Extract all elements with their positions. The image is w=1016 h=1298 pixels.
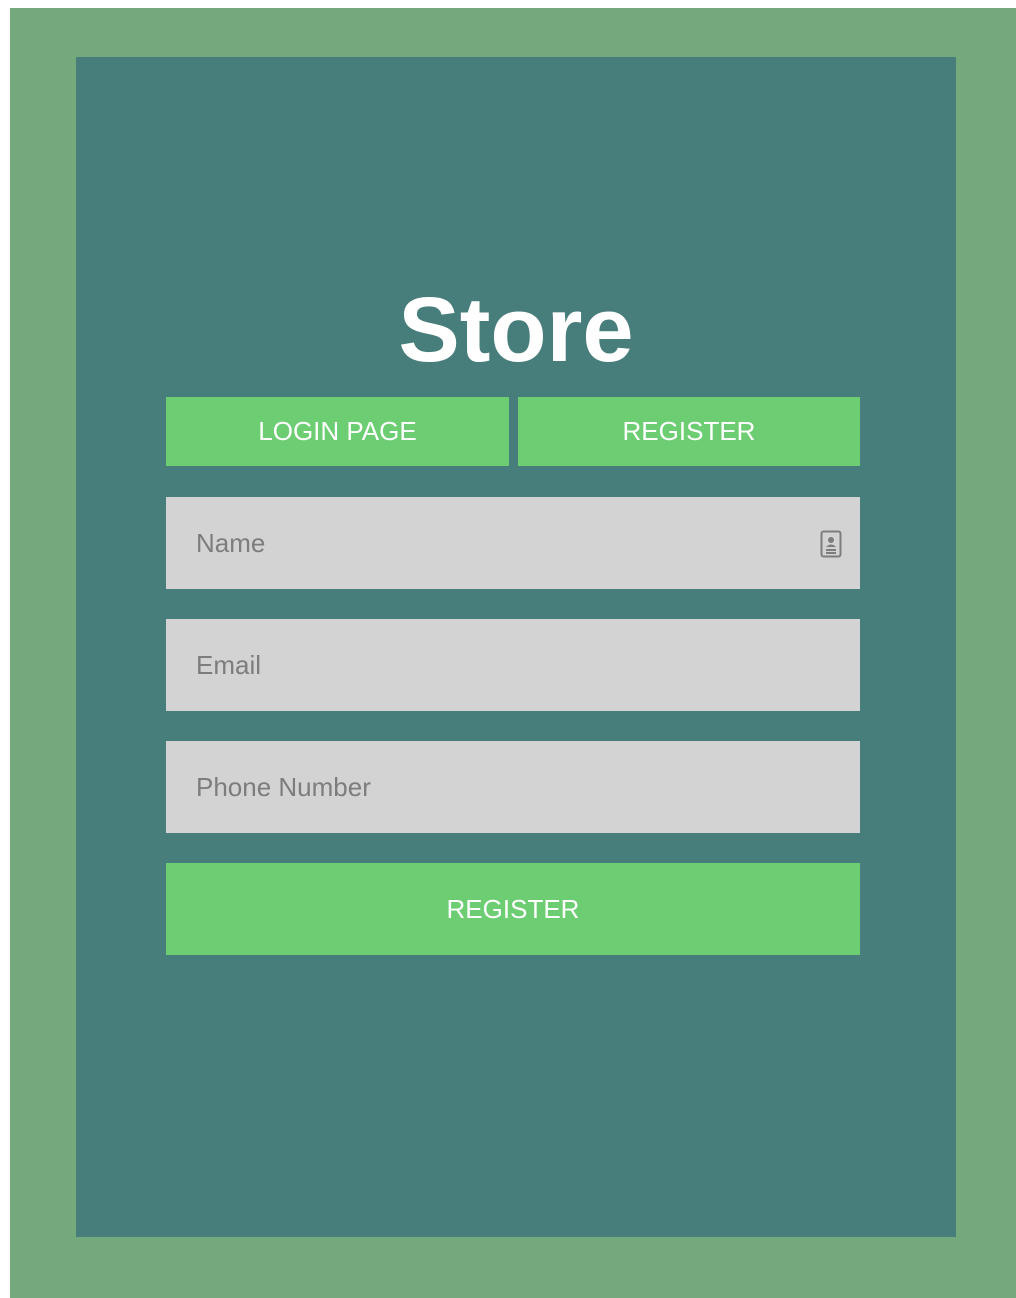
phone-field-container	[166, 741, 860, 833]
page-title: Store	[398, 279, 634, 381]
contact-card-icon[interactable]	[820, 530, 842, 558]
email-input[interactable]	[166, 619, 860, 711]
phone-number-input[interactable]	[166, 741, 860, 833]
register-submit-button[interactable]: REGISTER	[166, 863, 860, 955]
login-page-tab[interactable]: LOGIN PAGE	[166, 397, 509, 466]
email-field-container	[166, 619, 860, 711]
register-tab[interactable]: REGISTER	[518, 397, 860, 466]
name-input[interactable]	[166, 497, 860, 589]
name-field-container	[166, 497, 860, 589]
